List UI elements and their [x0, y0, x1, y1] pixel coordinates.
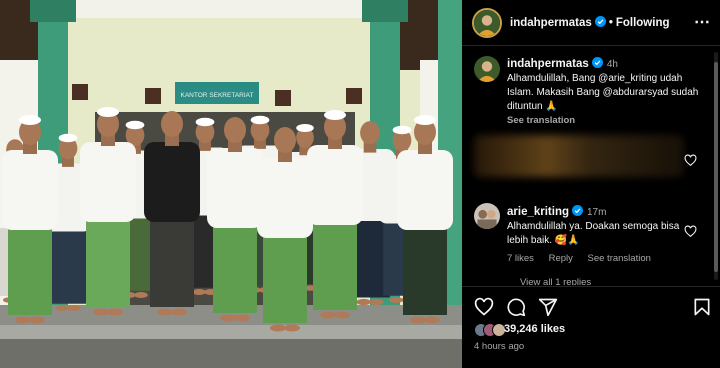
reply-username[interactable]: arie_kriting	[507, 206, 569, 218]
comments-list: indahpermatas 4h Alhamdulillah, Bang @ari…	[462, 47, 720, 285]
comments-panel: indahpermatas • Following ⋯ indahpermatas 4…	[462, 0, 720, 368]
foot	[369, 298, 384, 306]
foot	[320, 311, 336, 319]
sarong	[313, 215, 357, 310]
white-cap	[97, 107, 119, 117]
foot	[192, 289, 206, 295]
foot	[410, 316, 426, 324]
foot	[67, 305, 81, 311]
view-replies-link[interactable]: View all 1 replies	[520, 277, 591, 285]
shirt	[144, 142, 200, 222]
foot	[220, 314, 236, 322]
foot	[55, 305, 69, 311]
sarong	[86, 212, 130, 307]
comment-icon[interactable]	[506, 297, 526, 317]
author-avatar[interactable]	[472, 8, 502, 38]
white-cap	[414, 115, 436, 125]
caption-text: Alhamdulillah, Bang @arie_kriting udah I…	[507, 73, 699, 112]
verified-badge-icon	[572, 205, 583, 216]
shirt	[2, 150, 58, 230]
following-button[interactable]: Following	[616, 17, 670, 29]
sarong	[403, 220, 447, 315]
sarong	[150, 212, 194, 307]
face	[274, 127, 296, 153]
foot	[356, 298, 371, 306]
caption-username[interactable]: indahpermatas	[507, 58, 589, 70]
shirt	[80, 142, 136, 222]
caption-avatar[interactable]	[474, 56, 500, 82]
foot	[171, 308, 187, 316]
reply-comment: arie_kriting 17m Alhamdulillah ya. Doakan…	[462, 197, 720, 277]
more-options-icon[interactable]: ⋯	[694, 12, 710, 32]
post-time-ago[interactable]: 4 hours ago	[474, 341, 524, 352]
reply-time[interactable]: 17m	[587, 207, 606, 218]
white-cap	[296, 124, 314, 132]
shirt	[207, 148, 263, 228]
face	[161, 111, 183, 137]
sarong	[213, 218, 257, 313]
foot	[270, 324, 286, 332]
shirt	[397, 150, 453, 230]
white-cap	[392, 125, 412, 135]
group-photo: KANTOR SEKRETARIAT	[0, 0, 462, 368]
foot	[134, 292, 148, 298]
foot	[389, 297, 403, 303]
foot	[234, 314, 250, 322]
foot	[93, 308, 109, 316]
reply-see-translation[interactable]: See translation	[588, 253, 651, 264]
reply-avatar[interactable]	[474, 203, 500, 229]
foot	[334, 311, 350, 319]
sarong	[49, 223, 87, 304]
verified-badge-icon	[591, 57, 603, 68]
likes-count[interactable]: 39,246 likes	[504, 323, 565, 335]
white-cap	[324, 110, 346, 120]
sarong	[263, 228, 307, 323]
heart-icon[interactable]	[474, 297, 494, 317]
reply-text: Alhamdulillah ya. Doakan semoga bisa leb…	[507, 221, 680, 246]
action-bar: 39,246 likes 4 hours ago	[462, 286, 720, 368]
post-header: indahpermatas • Following ⋯	[462, 0, 720, 46]
foot	[29, 316, 45, 324]
face	[224, 117, 246, 143]
white-cap	[125, 120, 145, 130]
scrollbar-thumb[interactable]	[714, 62, 718, 272]
foot	[424, 316, 440, 324]
reply-button[interactable]: Reply	[549, 253, 573, 264]
office-sign-text: KANTOR SEKRETARIAT	[181, 92, 254, 99]
white-cap	[58, 133, 78, 143]
shirt	[307, 145, 363, 225]
verified-badge-icon	[594, 16, 606, 27]
foot	[107, 308, 123, 316]
share-icon[interactable]	[538, 297, 558, 317]
foot	[284, 324, 300, 332]
caption-time[interactable]: 4h	[607, 59, 618, 70]
white-cap	[250, 115, 270, 125]
white-cap	[19, 115, 41, 125]
foot	[157, 308, 173, 316]
hidden-comment-like-heart-icon[interactable]	[684, 154, 697, 167]
author-username[interactable]: indahpermatas	[510, 17, 592, 29]
face	[360, 121, 380, 145]
post-photo: KANTOR SEKRETARIAT	[0, 0, 462, 368]
shirt	[257, 158, 313, 238]
caption-see-translation[interactable]: See translation	[507, 114, 707, 128]
white-cap	[195, 117, 215, 127]
sarong	[8, 220, 52, 315]
reply-like-heart-icon[interactable]	[684, 225, 697, 238]
bookmark-icon[interactable]	[692, 297, 712, 317]
hidden-comment	[474, 135, 684, 177]
comments-scrollbar[interactable]	[714, 52, 718, 280]
foot	[15, 316, 31, 324]
reply-likes[interactable]: 7 likes	[507, 253, 534, 264]
